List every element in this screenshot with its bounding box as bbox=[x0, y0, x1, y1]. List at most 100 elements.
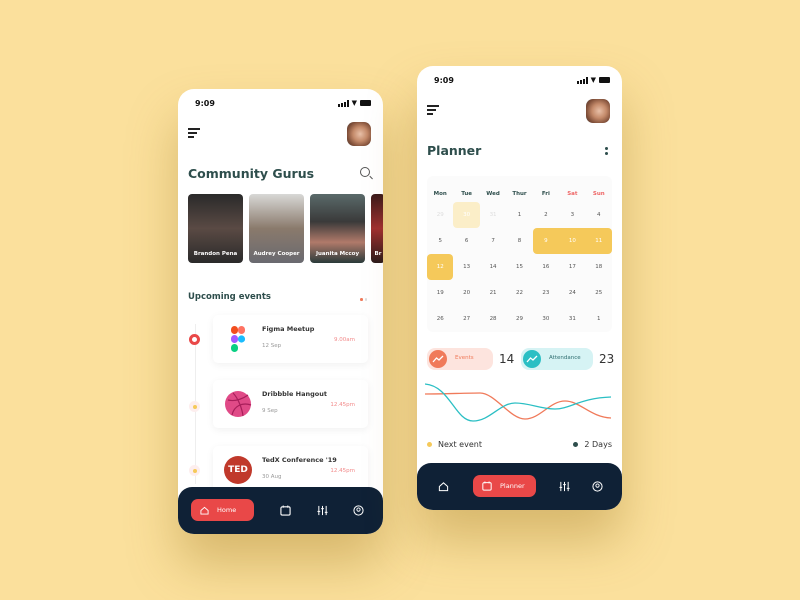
home-icon[interactable] bbox=[438, 481, 449, 492]
event-card[interactable]: Dribbble Hangout 9 Sep 12.45pm bbox=[213, 380, 368, 428]
timeline-dot bbox=[189, 465, 200, 476]
calendar-day[interactable]: 1 bbox=[506, 202, 532, 228]
calendar-day[interactable]: 21 bbox=[480, 280, 506, 306]
guru-card[interactable]: Brandon Pena bbox=[188, 194, 243, 263]
status-bar: 9:09 ▼ bbox=[195, 97, 371, 109]
calendar-day[interactable]: 14 bbox=[480, 254, 506, 280]
guru-card[interactable]: Br bbox=[371, 194, 383, 263]
calendar: Mon Tue Wed Thur Fri Sat Sun 29 30 31 1 2 3 4 5 6 7 8 9 10 1… bbox=[427, 176, 612, 332]
guru-card[interactable]: Audrey Cooper bbox=[249, 194, 304, 263]
calendar-day[interactable]: 31 bbox=[559, 306, 585, 332]
calendar-day[interactable]: 28 bbox=[480, 306, 506, 332]
battery-icon bbox=[599, 77, 610, 83]
attendance-stat[interactable]: Attendance bbox=[521, 348, 593, 370]
calendar-day[interactable]: 3 bbox=[559, 202, 585, 228]
more-options-icon[interactable] bbox=[605, 147, 608, 155]
attendance-line bbox=[425, 383, 612, 422]
calendar-day[interactable]: 15 bbox=[506, 254, 532, 280]
calendar-day[interactable]: 20 bbox=[453, 280, 479, 306]
upcoming-events-heading: Upcoming events bbox=[188, 292, 271, 302]
bottom-nav: Planner bbox=[417, 463, 622, 510]
calendar-day[interactable]: 13 bbox=[453, 254, 479, 280]
event-time: 12.45pm bbox=[330, 468, 355, 474]
event-date: 9 Sep bbox=[262, 408, 278, 414]
calendar-day[interactable]: 17 bbox=[559, 254, 585, 280]
events-stat[interactable]: Events bbox=[427, 348, 493, 370]
weekday-header: Sat bbox=[567, 191, 578, 197]
next-event-legend: Next event bbox=[427, 440, 482, 449]
attendance-label: Attendance bbox=[549, 355, 581, 361]
calendar-day[interactable]: 1 bbox=[586, 306, 612, 332]
status-time: 9:09 bbox=[434, 75, 454, 85]
calendar-day[interactable]: 18 bbox=[586, 254, 612, 280]
days-legend: 2 Days bbox=[573, 440, 612, 449]
profile-icon[interactable] bbox=[353, 505, 364, 516]
timeline-dot bbox=[189, 401, 200, 412]
calendar-icon[interactable] bbox=[280, 505, 291, 516]
calendar-day[interactable]: 7 bbox=[480, 228, 506, 254]
signal-icon bbox=[337, 99, 349, 107]
figma-icon bbox=[231, 326, 246, 352]
calendar-day[interactable]: 9 bbox=[532, 228, 560, 254]
calendar-day[interactable]: 2 bbox=[533, 202, 559, 228]
planner-screen: 9:09 ▼ Planner Mon Tue Wed Thur Fri Sat Sun 29 3… bbox=[417, 66, 622, 510]
calendar-day[interactable]: 31 bbox=[480, 202, 506, 228]
calendar-day[interactable]: 27 bbox=[453, 306, 479, 332]
legend-dot bbox=[573, 442, 579, 447]
calendar-day[interactable]: 12 bbox=[427, 254, 454, 280]
timeline-dot-active bbox=[189, 334, 200, 345]
attendance-count: 23 bbox=[599, 352, 615, 366]
pager-dots[interactable] bbox=[360, 298, 367, 301]
status-time: 9:09 bbox=[195, 98, 215, 108]
gurus-carousel: Brandon Pena Audrey Cooper Juanita Mccoy… bbox=[188, 194, 383, 263]
calendar-day[interactable]: 10 bbox=[559, 228, 586, 254]
nav-planner-button[interactable]: Planner bbox=[473, 475, 536, 497]
event-card[interactable]: Figma Meetup 12 Sep 9.00am bbox=[213, 315, 368, 363]
menu-icon[interactable] bbox=[427, 105, 439, 117]
legend-dot bbox=[427, 442, 432, 447]
weekday-header: Wed bbox=[486, 191, 500, 197]
event-time: 12.45pm bbox=[330, 402, 355, 408]
calendar-day[interactable]: 30 bbox=[533, 306, 559, 332]
calendar-day[interactable]: 25 bbox=[586, 280, 612, 306]
page-title: Planner bbox=[427, 143, 482, 158]
profile-icon[interactable] bbox=[592, 481, 603, 492]
search-icon[interactable] bbox=[360, 167, 370, 177]
trend-chart bbox=[425, 383, 612, 422]
avatar[interactable] bbox=[347, 122, 371, 146]
calendar-day[interactable]: 16 bbox=[533, 254, 559, 280]
calendar-day[interactable]: 29 bbox=[427, 202, 453, 228]
nav-planner-label: Planner bbox=[500, 482, 525, 490]
guru-name: Audrey Cooper bbox=[253, 251, 300, 257]
calendar-day[interactable]: 8 bbox=[506, 228, 532, 254]
calendar-day[interactable]: 4 bbox=[586, 202, 612, 228]
calendar-day[interactable]: 29 bbox=[506, 306, 532, 332]
page-title: Community Gurus bbox=[188, 166, 315, 181]
filter-sliders-icon[interactable] bbox=[559, 481, 570, 492]
calendar-day[interactable]: 6 bbox=[453, 228, 479, 254]
event-name: Dribbble Hangout bbox=[262, 390, 327, 398]
calendar-icon bbox=[482, 481, 492, 491]
calendar-day[interactable]: 26 bbox=[427, 306, 453, 332]
avatar[interactable] bbox=[586, 99, 610, 123]
calendar-day[interactable]: 11 bbox=[585, 228, 612, 254]
calendar-day[interactable]: 5 bbox=[427, 228, 453, 254]
ted-icon: TED bbox=[224, 456, 252, 484]
guru-name: Brandon Pena bbox=[193, 251, 238, 257]
nav-home-label: Home bbox=[217, 506, 237, 514]
nav-home-button[interactable]: Home bbox=[191, 499, 254, 521]
guru-card[interactable]: Juanita Mccoy bbox=[310, 194, 365, 263]
battery-icon bbox=[360, 100, 371, 106]
trend-icon bbox=[429, 350, 447, 368]
weekday-header: Thur bbox=[512, 191, 527, 197]
menu-icon[interactable] bbox=[188, 128, 200, 140]
calendar-day[interactable]: 24 bbox=[559, 280, 585, 306]
calendar-day[interactable]: 23 bbox=[533, 280, 559, 306]
next-event-label: Next event bbox=[438, 440, 482, 449]
filter-sliders-icon[interactable] bbox=[317, 505, 328, 516]
calendar-day[interactable]: 30 bbox=[453, 202, 480, 228]
wifi-icon: ▼ bbox=[351, 99, 357, 107]
calendar-day[interactable]: 22 bbox=[506, 280, 532, 306]
calendar-day[interactable]: 19 bbox=[427, 280, 453, 306]
next-event-value: 2 Days bbox=[584, 440, 612, 449]
